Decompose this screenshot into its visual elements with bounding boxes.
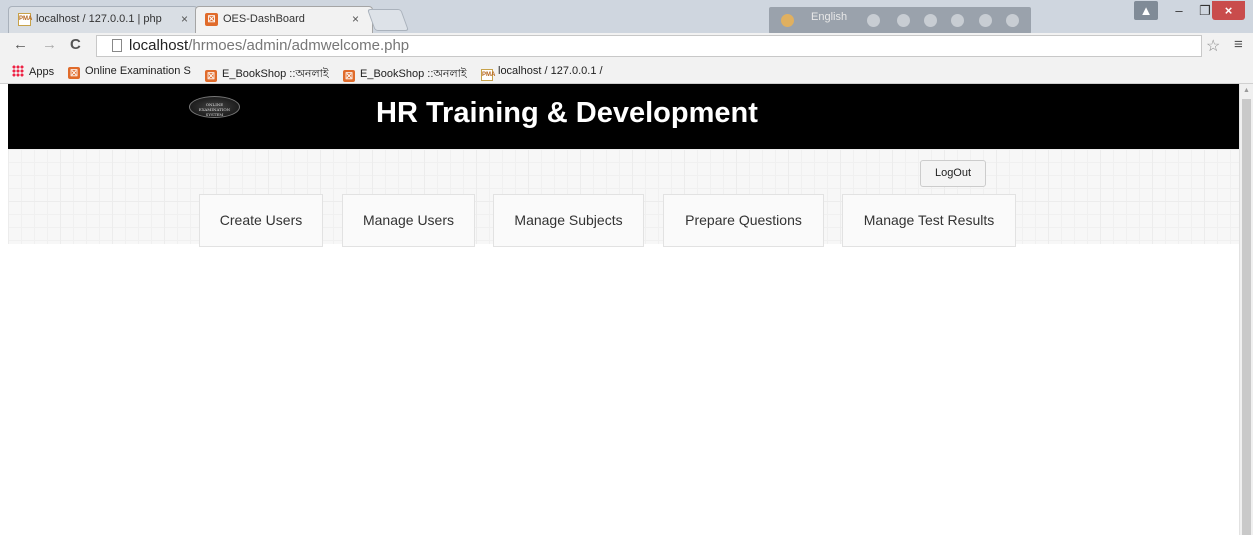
settings-icon[interactable] (924, 14, 937, 27)
oes-favicon-icon: ☒ (68, 67, 80, 79)
scrollbar-thumb[interactable] (1242, 99, 1251, 535)
forward-button[interactable]: → (42, 36, 57, 53)
close-window-button[interactable]: × (1212, 1, 1245, 20)
bookmarks-bar: Apps ☒ Online Examination S ☒ E_BookShop :… (0, 60, 1253, 84)
site-header: ONLINE EXAMINATION SYSTEM HR Training & … (8, 84, 1239, 149)
extension-toolbar: English (769, 7, 1031, 34)
tab-strip: PMA localhost / 127.0.0.1 | php × ☒ OES-… (0, 0, 1253, 34)
bookmark-localhost[interactable]: PMA localhost / 127.0.0.1 / (481, 65, 603, 81)
browser-menu-icon[interactable]: ≡ (1234, 36, 1243, 53)
power-icon[interactable] (1006, 14, 1019, 27)
phpmyadmin-favicon-icon: PMA (18, 13, 32, 26)
site-logo: ONLINE EXAMINATION SYSTEM (189, 96, 240, 118)
extension-icon[interactable] (951, 14, 964, 27)
tab-close-icon[interactable]: × (352, 12, 359, 26)
oes-favicon-icon: ☒ (343, 70, 355, 82)
manage-subjects-button[interactable]: Manage Subjects (493, 194, 644, 247)
bookmark-online-examination[interactable]: ☒ Online Examination S (68, 65, 191, 79)
new-tab-button[interactable] (366, 9, 410, 31)
scroll-up-icon[interactable]: ▲ (1243, 87, 1250, 94)
tab-title: localhost / 127.0.0.1 | php (36, 13, 162, 25)
vertical-scrollbar[interactable]: ▲ (1239, 84, 1253, 535)
bookmark-star-icon[interactable]: ☆ (1206, 36, 1220, 56)
language-indicator[interactable]: English (811, 11, 847, 23)
tab-title: OES-DashBoard (223, 13, 305, 25)
apps-grid-icon (12, 65, 24, 77)
page-icon (112, 39, 122, 52)
url-text[interactable]: localhost/hrmoes/admin/admwelcome.php (129, 37, 409, 54)
bookmark-ebookshop[interactable]: ☒ E_BookShop ::অনলাই (205, 65, 329, 84)
phpmyadmin-favicon-icon: PMA (481, 69, 495, 81)
oes-favicon-icon: ☒ (205, 13, 218, 26)
extension-icon[interactable] (867, 14, 880, 27)
manage-users-button[interactable]: Manage Users (342, 194, 475, 247)
prepare-questions-button[interactable]: Prepare Questions (663, 194, 824, 247)
manage-test-results-button[interactable]: Manage Test Results (842, 194, 1016, 247)
tab-close-icon[interactable]: × (181, 12, 188, 26)
reload-button[interactable]: C (70, 36, 81, 53)
bookmark-ebookshop[interactable]: ☒ E_BookShop ::অনলাই (343, 65, 467, 84)
bookmark-apps[interactable]: Apps (12, 65, 54, 78)
back-button[interactable]: ← (13, 36, 28, 53)
extension-icon[interactable] (781, 14, 794, 27)
extension-icon[interactable] (897, 14, 910, 27)
address-bar[interactable]: localhost/hrmoes/admin/admwelcome.php (96, 35, 1202, 57)
help-icon[interactable] (979, 14, 992, 27)
page-title: HR Training & Development (376, 97, 758, 129)
oes-favicon-icon: ☒ (205, 70, 217, 82)
logout-button[interactable]: LogOut (920, 160, 986, 187)
minimize-button[interactable]: – (1166, 1, 1192, 20)
create-users-button[interactable]: Create Users (199, 194, 323, 247)
browser-toolbar: ← → C localhost/hrmoes/admin/admwelcome.… (0, 33, 1253, 60)
user-profile-button[interactable]: ▲ (1134, 1, 1158, 20)
tab-oes-dashboard[interactable]: ☒ OES-DashBoard × (195, 6, 373, 33)
page-viewport: ONLINE EXAMINATION SYSTEM HR Training & … (8, 84, 1239, 535)
tab-phpmyadmin[interactable]: PMA localhost / 127.0.0.1 | php × (8, 6, 198, 33)
